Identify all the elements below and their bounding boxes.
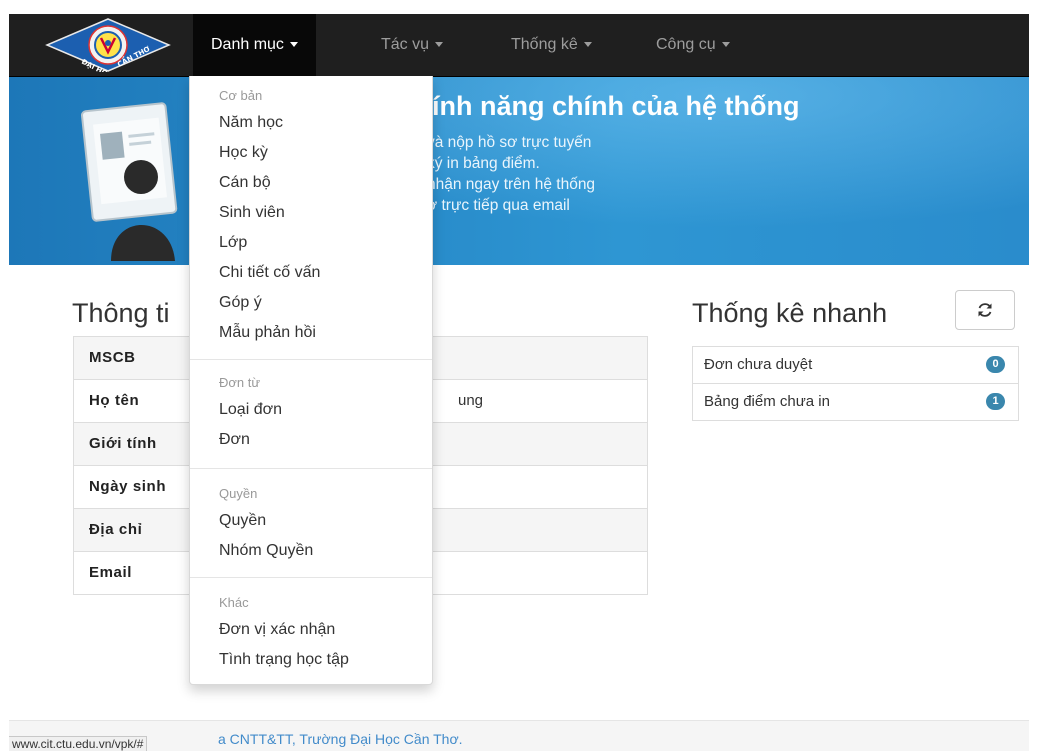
brand-logo[interactable]: ĐẠI HỌC CẦN THƠ bbox=[45, 18, 171, 80]
hero-line-4: ợ trực tiếp qua email bbox=[427, 197, 570, 214]
menu-item-lop[interactable]: Lớp bbox=[219, 234, 247, 252]
caret-down-icon bbox=[583, 42, 592, 48]
menu-item-sinh-vien[interactable]: Sinh viên bbox=[219, 204, 285, 222]
menu-item-hoc-ky[interactable]: Học kỳ bbox=[219, 144, 268, 162]
menu-header-co-ban: Cơ bản bbox=[219, 88, 263, 103]
menu-item-nam-hoc[interactable]: Năm học bbox=[219, 114, 283, 132]
menu-item-don-vi-xac-nhan[interactable]: Đơn vị xác nhận bbox=[219, 621, 335, 639]
menu-item-mau-phan-hoi[interactable]: Mẫu phản hồi bbox=[219, 324, 316, 342]
hero-title: tính năng chính của hệ thống bbox=[423, 91, 800, 121]
stat-label: Bảng điểm chưa in bbox=[704, 393, 830, 410]
caret-down-icon bbox=[289, 42, 298, 48]
info-label: Email bbox=[89, 564, 133, 581]
hero-banner: tính năng chính của hệ thống và nộp hồ s… bbox=[9, 77, 1029, 265]
info-label: Địa chỉ bbox=[89, 521, 143, 538]
refresh-button[interactable] bbox=[955, 290, 1015, 330]
menu-item-chi-tiet-co-van[interactable]: Chi tiết cố vấn bbox=[219, 264, 320, 282]
stat-item[interactable]: Bảng điểm chưa in 1 bbox=[693, 383, 1018, 420]
count-badge: 0 bbox=[986, 356, 1005, 373]
info-label: Giới tính bbox=[89, 435, 157, 452]
stat-label: Đơn chưa duyệt bbox=[704, 356, 813, 373]
menu-divider bbox=[190, 359, 432, 360]
danh-muc-dropdown-menu: Cơ bản Năm học Học kỳ Cán bộ Sinh viên L… bbox=[189, 76, 433, 685]
menu-item-tinh-trang-hoc-tap[interactable]: Tình trạng học tập bbox=[219, 651, 349, 669]
hero-illustration bbox=[80, 91, 191, 265]
menu-header-khac: Khác bbox=[219, 595, 249, 610]
menu-item-don[interactable]: Đơn bbox=[219, 431, 250, 449]
nav-cong-cu[interactable]: Công cụ bbox=[656, 14, 730, 76]
nav-thong-ke[interactable]: Thống kê bbox=[511, 14, 592, 76]
info-label: Ngày sinh bbox=[89, 478, 167, 495]
app-window: ĐẠI HỌC CẦN THƠ Danh mục Tác vụ Thống kê… bbox=[9, 14, 1029, 751]
stats-list: Đơn chưa duyệt 0 Bảng điểm chưa in 1 bbox=[692, 346, 1019, 421]
menu-item-nhom-quyen[interactable]: Nhóm Quyền bbox=[219, 542, 313, 560]
hero-line-1: và nộp hồ sơ trực tuyến bbox=[427, 134, 592, 151]
menu-item-quyen[interactable]: Quyền bbox=[219, 512, 266, 530]
menu-divider bbox=[190, 577, 432, 578]
nav-danh-muc-label: Danh mục bbox=[211, 36, 284, 53]
hero-line-2: ký in bảng điểm. bbox=[427, 155, 540, 172]
info-label: Họ tên bbox=[89, 392, 140, 409]
hero-line-3: nhận ngay trên hệ thống bbox=[427, 176, 596, 193]
caret-down-icon bbox=[721, 42, 730, 48]
stat-item[interactable]: Đơn chưa duyệt 0 bbox=[693, 347, 1018, 383]
stats-section-title: Thống kê nhanh bbox=[692, 298, 888, 328]
footer: a CNTT&TT, Trường Đại Học Cần Thơ. bbox=[9, 720, 1029, 751]
caret-down-icon bbox=[435, 42, 444, 48]
info-value: ung bbox=[458, 392, 484, 409]
status-bar-url: www.cit.ctu.edu.vn/vpk/# bbox=[9, 736, 148, 751]
menu-header-don-tu: Đơn từ bbox=[219, 375, 261, 390]
nav-danh-muc[interactable]: Danh mục bbox=[193, 14, 316, 76]
menu-divider bbox=[190, 468, 432, 469]
info-section-title: Thông ti bbox=[72, 298, 170, 328]
nav-thong-ke-label: Thống kê bbox=[511, 36, 578, 53]
menu-item-gop-y[interactable]: Góp ý bbox=[219, 294, 262, 312]
menu-item-loai-don[interactable]: Loại đơn bbox=[219, 401, 282, 419]
nav-tac-vu-label: Tác vụ bbox=[381, 36, 430, 53]
nav-tac-vu[interactable]: Tác vụ bbox=[381, 14, 444, 76]
refresh-icon bbox=[978, 303, 992, 317]
footer-link[interactable]: a CNTT&TT, Trường Đại Học Cần Thơ. bbox=[218, 731, 463, 747]
nav-cong-cu-label: Công cụ bbox=[656, 36, 716, 53]
top-navbar: ĐẠI HỌC CẦN THƠ Danh mục Tác vụ Thống kê… bbox=[9, 14, 1029, 80]
count-badge: 1 bbox=[986, 393, 1005, 410]
info-label: MSCB bbox=[89, 349, 136, 366]
menu-item-can-bo[interactable]: Cán bộ bbox=[219, 174, 271, 192]
menu-header-quyen: Quyền bbox=[219, 486, 258, 501]
